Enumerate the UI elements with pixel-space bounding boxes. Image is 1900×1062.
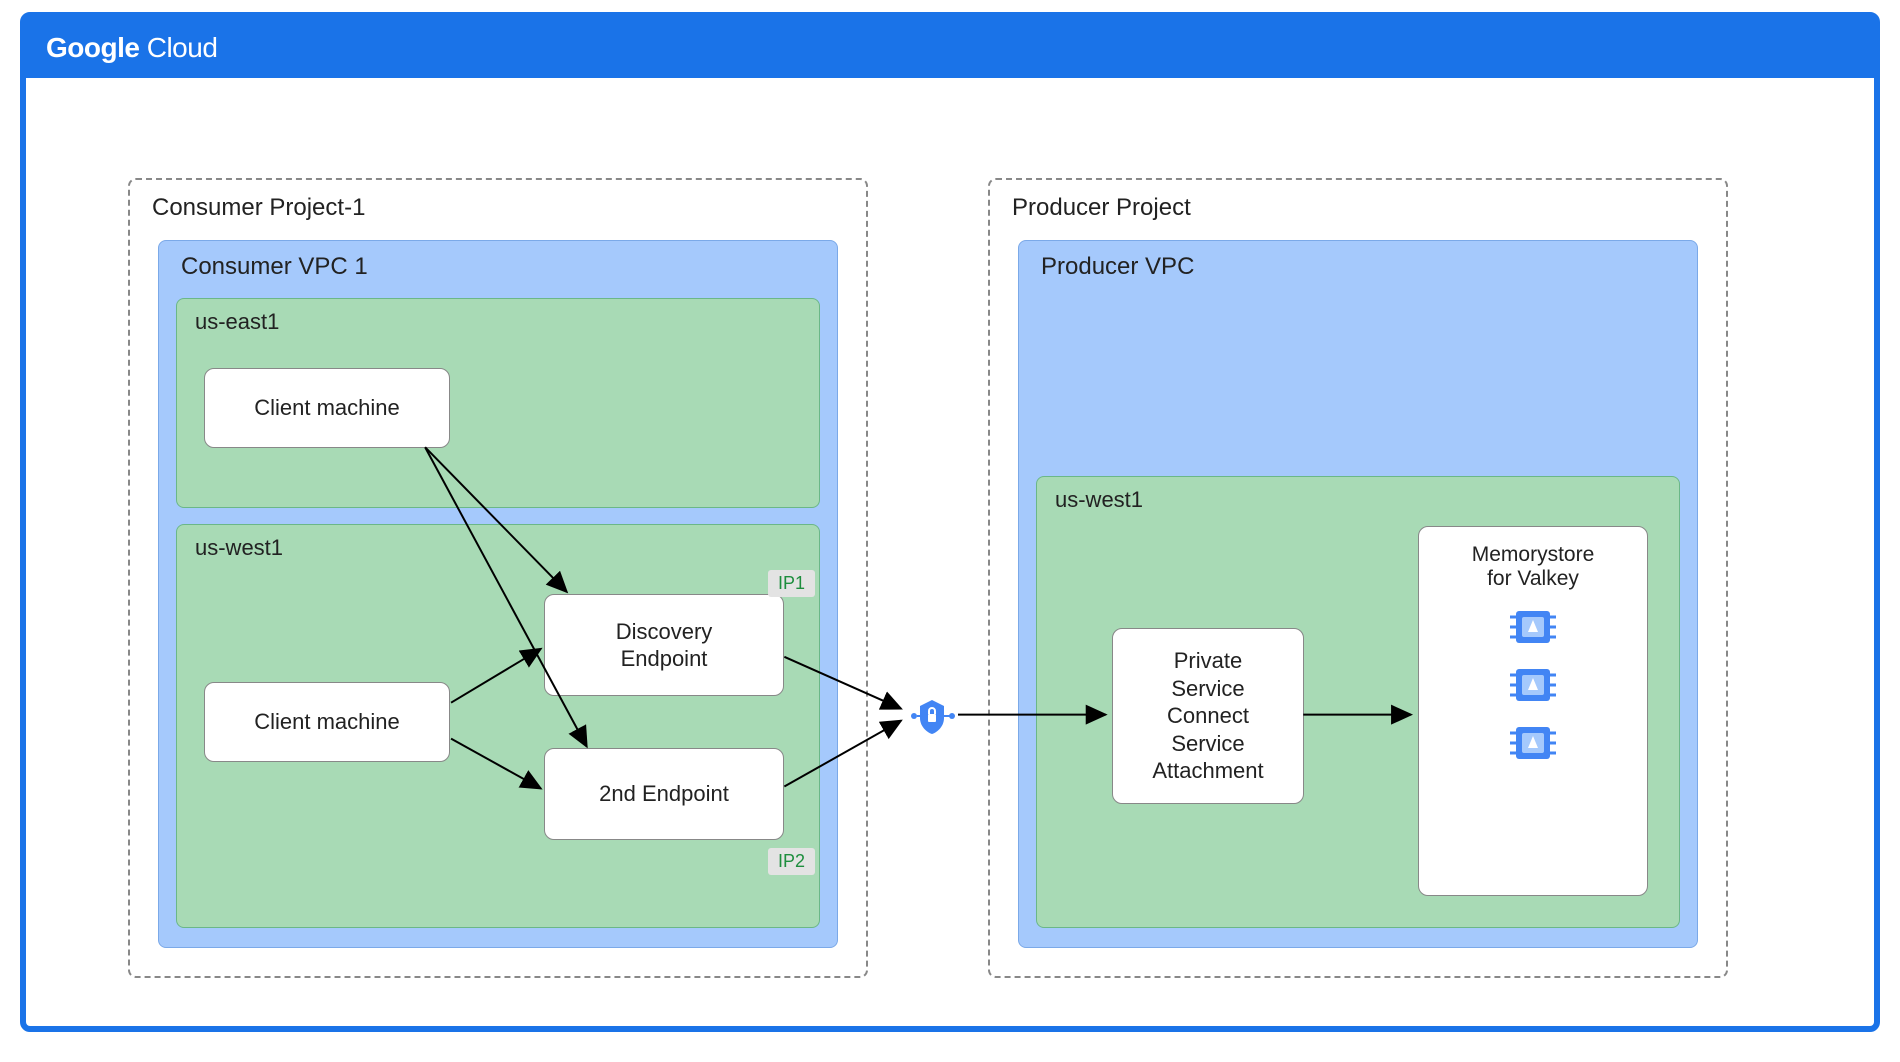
memorystore-box: Memorystore for Valkey — [1418, 526, 1648, 896]
memory-chip-icon — [1508, 663, 1558, 707]
logo-text: Google Cloud — [46, 32, 217, 64]
consumer-project-label: Consumer Project-1 — [152, 194, 365, 222]
memorystore-label: Memorystore for Valkey — [1472, 543, 1595, 591]
consumer-vpc-label: Consumer VPC 1 — [181, 253, 368, 281]
producer-region-label: us-west1 — [1055, 487, 1143, 513]
ip2-badge: IP2 — [768, 848, 815, 875]
client-machine-west: Client machine — [204, 682, 450, 762]
producer-project-label: Producer Project — [1012, 194, 1191, 222]
google-cloud-logo: Google Cloud — [46, 32, 217, 64]
client-machine-east: Client machine — [204, 368, 450, 448]
client-machine-east-text: Client machine — [254, 394, 400, 422]
psc-attachment-text: Private Service Connect Service Attachme… — [1152, 647, 1263, 785]
ip1-badge: IP1 — [768, 570, 815, 597]
diagram-canvas: Consumer Project-1 Consumer VPC 1 us-eas… — [26, 78, 1874, 1026]
titlebar: Google Cloud — [26, 18, 1874, 78]
memory-chip-icon — [1508, 721, 1558, 765]
memory-chip-icon — [1508, 605, 1558, 649]
psc-attachment-box: Private Service Connect Service Attachme… — [1112, 628, 1304, 804]
second-endpoint-box: 2nd Endpoint — [544, 748, 784, 840]
google-cloud-frame: Google Cloud Consumer Project-1 Consumer… — [20, 12, 1880, 1032]
client-machine-west-text: Client machine — [254, 708, 400, 736]
psc-lock-icon — [908, 692, 956, 740]
discovery-endpoint-text: Discovery Endpoint — [616, 618, 713, 673]
producer-vpc-label: Producer VPC — [1041, 253, 1194, 281]
discovery-endpoint-box: Discovery Endpoint — [544, 594, 784, 696]
consumer-region-west-label: us-west1 — [195, 535, 283, 561]
second-endpoint-text: 2nd Endpoint — [599, 780, 729, 808]
consumer-region-east-label: us-east1 — [195, 309, 279, 335]
